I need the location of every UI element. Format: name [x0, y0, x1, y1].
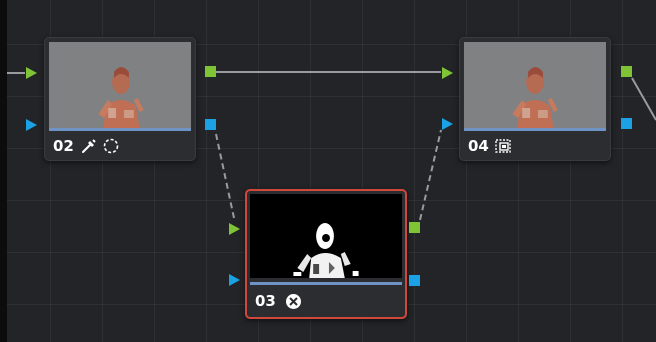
node-02-key-input[interactable]: [26, 119, 37, 131]
node-progress-bar: [49, 128, 191, 131]
window-circle-icon: [103, 138, 119, 154]
node-02-rgb-input[interactable]: [26, 67, 37, 79]
node-thumbnail: [250, 194, 402, 278]
node-03-key-input[interactable]: [229, 274, 240, 286]
node-progress-bar: [464, 128, 606, 131]
output-connection: [631, 77, 656, 121]
fx-icon: [286, 293, 301, 309]
node-04[interactable]: 04: [459, 37, 611, 161]
key-connection-02-to-03[interactable]: [215, 133, 235, 219]
node-progress-bar: [250, 282, 402, 285]
node-tool-icons: [494, 138, 512, 154]
node-number: 03: [255, 292, 276, 310]
node-tool-icons: [285, 293, 302, 309]
key-connection-03-to-04[interactable]: [419, 129, 442, 221]
layer-mixer-icon: [495, 139, 511, 153]
node-02-key-output[interactable]: [205, 119, 216, 130]
node-02-rgb-output[interactable]: [205, 66, 216, 77]
node-03-rgb-input[interactable]: [229, 223, 240, 235]
node-tool-icons: [81, 138, 120, 154]
node-03[interactable]: 03: [245, 189, 407, 319]
node-04-key-output[interactable]: [621, 118, 632, 129]
qualifier-picker-icon: [82, 139, 96, 153]
node-03-key-output[interactable]: [409, 275, 420, 286]
node-04-rgb-input[interactable]: [442, 67, 453, 79]
node-number: 04: [468, 137, 489, 155]
node-04-rgb-output[interactable]: [621, 66, 632, 77]
node-number: 02: [53, 137, 74, 155]
node-thumbnail: [49, 42, 191, 129]
node-02[interactable]: 02: [44, 37, 196, 161]
node-04-key-input[interactable]: [442, 118, 453, 130]
node-thumbnail: [464, 42, 606, 129]
node-03-rgb-output[interactable]: [409, 222, 420, 233]
